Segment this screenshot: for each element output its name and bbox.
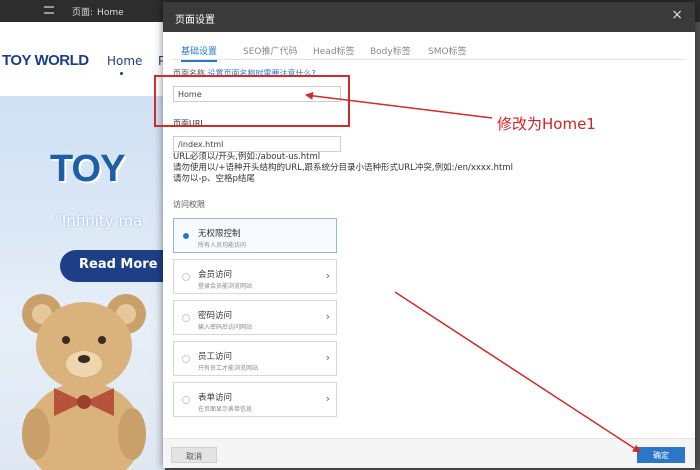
confirm-button[interactable]: 确定 (637, 447, 685, 463)
permission-title: 表单访问 (198, 393, 233, 403)
url-rule-3: 请勿以-p、空格p结尾 (173, 174, 255, 184)
chevron-right-icon: › (325, 269, 330, 282)
site-preview: TOY WORLD Home P TOY "Infinity ma Read M… (0, 22, 165, 470)
permission-subtitle: 所有人员均能访问 (198, 242, 247, 249)
permission-option-form[interactable]: 表单访问 在页面显示表单信息 › (173, 382, 337, 417)
tab-body-tags[interactable]: Body标签 (370, 44, 411, 57)
hero-title: TOY (50, 148, 125, 190)
hero-tagline: "Infinity ma (55, 212, 143, 230)
url-rule-2: 请勿使用以/+语种开头结构的URL,跟系统分目录小语种形式URL冲突,例如:/e… (173, 163, 514, 173)
hero-read-more-button[interactable]: Read More (60, 250, 165, 282)
tab-smo-tags[interactable]: SMO标签 (428, 44, 467, 57)
chevron-right-icon: › (325, 351, 330, 364)
permission-subtitle: 登录会员能浏览网站 (198, 283, 253, 290)
permission-title: 密码访问 (198, 311, 233, 321)
permission-subtitle: 输入密码后访问网站 (198, 324, 253, 331)
page-settings-dialog: 页面设置 × 基础设置 SEO推广代码 Head标签 Body标签 SMO标签 … (163, 2, 695, 468)
permission-option-member[interactable]: 会员访问 登录会员能浏览网站 › (173, 259, 337, 294)
page-selector-label: 页面: (72, 8, 94, 18)
site-hero-banner: TOY "Infinity ma Read More (0, 96, 165, 470)
dialog-header: 页面设置 × (163, 2, 695, 32)
page-selector-value: Home (97, 8, 124, 18)
chevron-right-icon: › (325, 310, 330, 323)
settings-tabs: 基础设置 SEO推广代码 Head标签 Body标签 SMO标签 (173, 40, 685, 62)
permission-title: 无权限控制 (198, 229, 241, 239)
page-url-input[interactable]: /index.html (173, 136, 341, 152)
dialog-title: 页面设置 (175, 15, 215, 26)
radio-icon (182, 273, 190, 281)
site-nav-active-dot (120, 72, 123, 75)
chevron-right-icon: › (325, 392, 330, 405)
permission-subtitle: 只有员工才能浏览网站 (198, 365, 259, 372)
permission-title: 会员访问 (198, 270, 233, 280)
site-nav-home[interactable]: Home (107, 54, 142, 68)
permission-subtitle: 在页面显示表单信息 (198, 406, 253, 413)
radio-icon (182, 396, 190, 404)
access-permission-label: 访问权限 (173, 200, 205, 209)
permission-title: 员工访问 (198, 352, 233, 362)
radio-icon (182, 314, 190, 322)
dialog-footer: 取消 确定 (163, 438, 695, 468)
tab-basic-settings[interactable]: 基础设置 (181, 44, 218, 62)
cancel-button[interactable]: 取消 (171, 447, 217, 463)
menu-grip-icon[interactable] (44, 6, 54, 14)
annotation-text: 修改为Home1 (497, 115, 596, 133)
permission-option-none[interactable]: 无权限控制 所有人员均能访问 (173, 218, 337, 253)
tab-seo-code[interactable]: SEO推广代码 (243, 44, 297, 57)
permission-option-password[interactable]: 密码访问 输入密码后访问网站 › (173, 300, 337, 335)
radio-icon (182, 355, 190, 363)
permission-option-employee[interactable]: 员工访问 只有员工才能浏览网站 › (173, 341, 337, 376)
url-rule-1: URL必须以/开头,例如:/about-us.html (173, 152, 321, 162)
teddy-bear-image (22, 294, 146, 470)
site-logo: TOY WORLD (2, 52, 89, 69)
site-header: TOY WORLD Home P (0, 22, 165, 96)
close-icon[interactable]: × (671, 8, 683, 22)
page-selector[interactable]: 页面: Home (72, 5, 124, 18)
radio-selected-icon (182, 232, 190, 240)
tab-head-tags[interactable]: Head标签 (313, 44, 355, 57)
annotation-highlight-box (154, 75, 350, 127)
